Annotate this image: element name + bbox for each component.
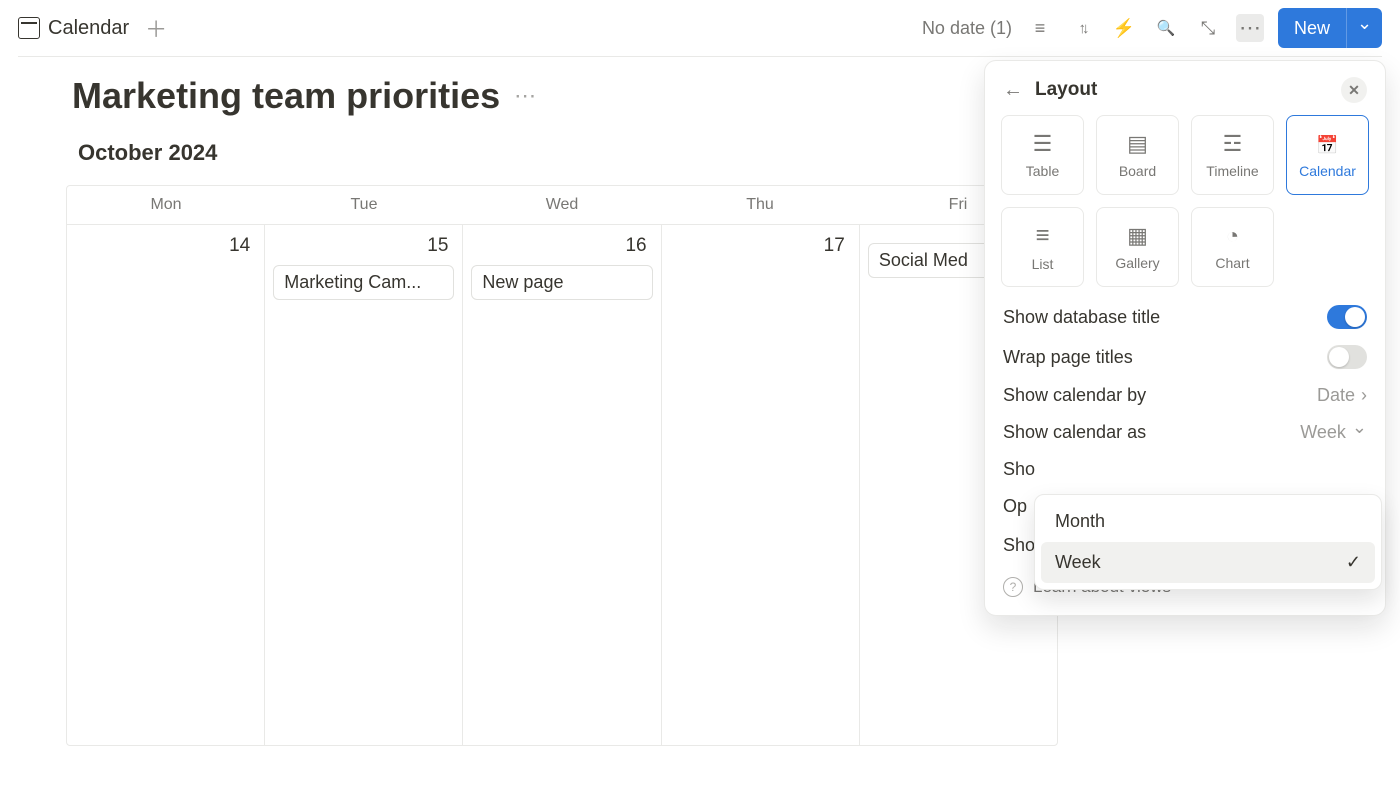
layout-tile-calendar[interactable]: Calendar [1286, 115, 1369, 195]
layout-tile-gallery[interactable]: Gallery [1096, 207, 1179, 287]
calendar-event[interactable]: New page [471, 265, 652, 300]
calendar-icon [18, 17, 40, 39]
calendar-grid: MonTueWedThuFri 1415Marketing Cam...16Ne… [66, 185, 1058, 746]
day-number: 14 [75, 235, 256, 265]
panel-close-icon[interactable] [1341, 77, 1367, 103]
toggle-wrap-page-titles[interactable] [1327, 345, 1367, 369]
month-label: October 2024 [78, 140, 217, 166]
new-button-dropdown[interactable] [1346, 8, 1382, 48]
layout-tile-board[interactable]: Board [1096, 115, 1179, 195]
panel-title: Layout [1035, 79, 1097, 101]
layout-tile-list[interactable]: List [1001, 207, 1084, 287]
view-name-label: Calendar [48, 17, 129, 40]
layout-tile-label: Gallery [1115, 255, 1159, 271]
weekday-header: Wed [463, 186, 661, 224]
layout-tile-label: Table [1026, 163, 1059, 179]
day-number: 16 [471, 235, 652, 265]
calendar-day-column[interactable]: 15Marketing Cam... [265, 225, 463, 745]
chevron-right-icon [1361, 385, 1367, 406]
layout-tile-timeline[interactable]: Timeline [1191, 115, 1274, 195]
setting-partial-1[interactable]: Sho [1003, 459, 1367, 480]
automations-icon[interactable] [1110, 14, 1138, 42]
layout-tile-label: Timeline [1206, 163, 1258, 179]
setting-show-calendar-by[interactable]: Show calendar by Date [1003, 385, 1367, 406]
title-more-icon[interactable] [514, 83, 536, 109]
weekday-header: Mon [67, 186, 265, 224]
layout-tile-label: Board [1119, 163, 1156, 179]
calendar-day-column[interactable]: 17 [662, 225, 860, 745]
help-icon: ? [1003, 577, 1023, 597]
filter-icon[interactable] [1026, 14, 1054, 42]
new-button[interactable]: New [1278, 8, 1346, 48]
check-icon [1346, 552, 1361, 573]
timeline-icon [1223, 131, 1243, 157]
page-title[interactable]: Marketing team priorities [72, 75, 500, 117]
calendar-icon [1316, 131, 1338, 157]
more-options-icon[interactable] [1236, 14, 1264, 42]
layout-tile-table[interactable]: Table [1001, 115, 1084, 195]
weekday-header: Thu [661, 186, 859, 224]
day-number: 17 [670, 235, 851, 265]
gallery-icon [1127, 223, 1148, 249]
chart-icon [1226, 223, 1239, 249]
sort-icon[interactable] [1068, 14, 1096, 42]
toggle-show-database-title[interactable] [1327, 305, 1367, 329]
list-icon [1035, 222, 1049, 250]
setting-wrap-page-titles[interactable]: Wrap page titles [1003, 345, 1367, 369]
calendar-as-dropdown: MonthWeek [1034, 494, 1382, 590]
calendar-day-column[interactable]: 14 [67, 225, 265, 745]
setting-show-calendar-as[interactable]: Show calendar as Week [1003, 422, 1367, 443]
no-date-filter[interactable]: No date (1) [922, 18, 1012, 39]
setting-show-database-title[interactable]: Show database title [1003, 305, 1367, 329]
layout-tile-label: Chart [1215, 255, 1249, 271]
day-number: 15 [273, 235, 454, 265]
chevron-down-icon [1352, 422, 1367, 443]
board-icon [1127, 131, 1148, 157]
layout-tile-label: Calendar [1299, 163, 1356, 179]
search-icon[interactable] [1152, 14, 1180, 42]
calendar-day-column[interactable]: 16New page [463, 225, 661, 745]
table-icon [1033, 131, 1053, 157]
dropdown-item-week[interactable]: Week [1041, 542, 1375, 583]
expand-icon[interactable] [1194, 14, 1222, 42]
add-view-button[interactable]: ＋ [145, 12, 167, 44]
layout-tile-chart[interactable]: Chart [1191, 207, 1274, 287]
view-name-chip[interactable]: Calendar [18, 17, 129, 40]
dropdown-item-month[interactable]: Month [1041, 501, 1375, 542]
panel-back-icon[interactable] [1003, 79, 1023, 102]
layout-tile-label: List [1032, 256, 1054, 272]
weekday-header: Tue [265, 186, 463, 224]
new-button-label: New [1294, 18, 1330, 39]
calendar-event[interactable]: Marketing Cam... [273, 265, 454, 300]
